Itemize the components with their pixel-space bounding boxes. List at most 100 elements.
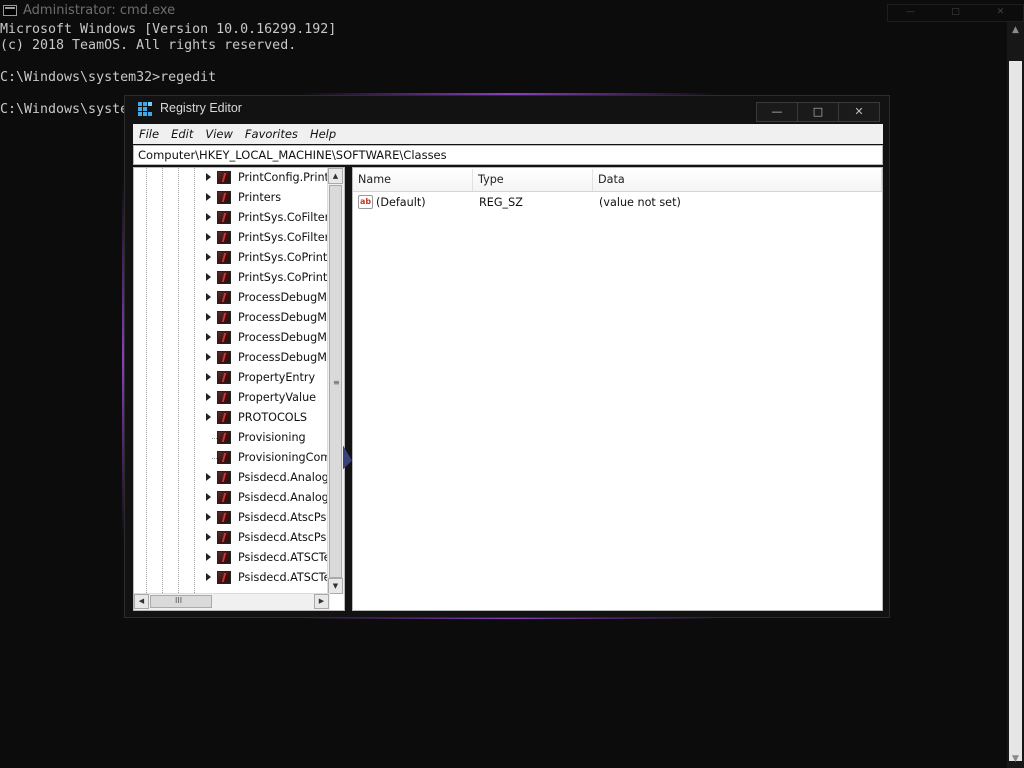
tree-item-label: PROTOCOLS bbox=[238, 411, 307, 424]
tree-item[interactable]: PrintSys.CoFilterPipeline bbox=[134, 208, 344, 228]
expand-arrow-icon[interactable] bbox=[206, 313, 211, 321]
cmd-minimize-button[interactable]: — bbox=[888, 5, 933, 21]
expand-arrow-icon[interactable] bbox=[206, 413, 211, 421]
cmd-scrollbar[interactable]: ▲ ▼ bbox=[1007, 22, 1024, 768]
tree-item-label: PropertyEntry bbox=[238, 371, 316, 384]
registry-key-icon bbox=[217, 571, 231, 584]
menu-file[interactable]: File bbox=[139, 127, 159, 141]
tree-scroll-up-button[interactable]: ▲ bbox=[328, 168, 343, 184]
tree-item[interactable]: ProcessDebugManager.2 bbox=[134, 328, 344, 348]
tree-item[interactable]: Provisioning bbox=[134, 428, 330, 448]
pane-splitter[interactable] bbox=[345, 167, 351, 611]
cmd-scroll-thumb[interactable] bbox=[1009, 61, 1022, 761]
registry-key-icon bbox=[217, 331, 231, 344]
tree-item[interactable]: PrintSys.CoPrintIdleTask.1 bbox=[134, 268, 344, 288]
menu-help[interactable]: Help bbox=[310, 127, 336, 141]
expand-arrow-icon[interactable] bbox=[206, 533, 211, 541]
expand-arrow-icon[interactable] bbox=[206, 373, 211, 381]
tree-item[interactable]: PROTOCOLS bbox=[134, 408, 330, 428]
tree-item[interactable]: ProcessDebugManager bbox=[134, 288, 344, 308]
expand-arrow-icon[interactable] bbox=[206, 333, 211, 341]
menu-bar: File Edit View Favorites Help bbox=[133, 124, 883, 144]
tree-item[interactable]: Psisdecd.ATSCTerrestrialTuner.1 bbox=[134, 568, 344, 588]
expand-arrow-icon[interactable] bbox=[206, 293, 211, 301]
cmd-scroll-down-button[interactable]: ▼ bbox=[1007, 751, 1024, 768]
menu-view[interactable]: View bbox=[205, 127, 233, 141]
expand-arrow-icon[interactable] bbox=[206, 273, 211, 281]
registry-key-icon bbox=[217, 511, 231, 524]
value-name: (Default) bbox=[376, 196, 426, 209]
registry-key-icon bbox=[217, 231, 231, 244]
expand-arrow-icon[interactable] bbox=[206, 353, 211, 361]
cmd-maximize-button[interactable]: □ bbox=[933, 5, 978, 21]
cmd-window-title: Administrator: cmd.exe bbox=[23, 3, 176, 18]
tree-item[interactable]: Psisdecd.ATSCTerrestrialTuner bbox=[134, 548, 344, 568]
expand-arrow-icon[interactable] bbox=[206, 233, 211, 241]
expand-arrow-icon[interactable] bbox=[206, 393, 211, 401]
cmd-close-button[interactable]: ✕ bbox=[978, 5, 1023, 21]
registry-key-icon bbox=[217, 211, 231, 224]
value-data: (value not set) bbox=[599, 196, 681, 209]
expand-arrow-icon[interactable] bbox=[206, 573, 211, 581]
close-button[interactable]: ✕ bbox=[838, 102, 880, 122]
resize-cursor-icon bbox=[343, 445, 352, 473]
cmd-titlebar[interactable]: Administrator: cmd.exe — □ ✕ bbox=[0, 0, 1024, 22]
menu-favorites[interactable]: Favorites bbox=[245, 127, 298, 141]
expand-arrow-icon[interactable] bbox=[206, 193, 211, 201]
tree-item[interactable]: PrintSys.CoPrintIdleTask bbox=[134, 248, 344, 268]
tree-scroll-thumb[interactable]: ≡ bbox=[329, 185, 342, 578]
value-row[interactable]: ab (Default) REG_SZ (value not set) bbox=[353, 193, 882, 213]
registry-key-icon bbox=[217, 491, 231, 504]
registry-key-icon bbox=[217, 411, 231, 424]
tree-item[interactable]: PropertyValue bbox=[134, 388, 330, 408]
registry-editor-title: Registry Editor bbox=[160, 101, 242, 115]
tree-scroll-right-button[interactable]: ▶ bbox=[314, 594, 329, 609]
tree-vertical-scrollbar[interactable]: ▲ ≡ ▼ bbox=[327, 168, 344, 594]
registry-key-icon bbox=[217, 471, 231, 484]
tree-item[interactable]: PrintSys.CoFilterPipeline.1 bbox=[134, 228, 344, 248]
tree-item[interactable]: ProvisioningCommands bbox=[134, 448, 344, 468]
registry-key-icon bbox=[217, 451, 231, 464]
expand-arrow-icon[interactable] bbox=[206, 473, 211, 481]
tree-item[interactable]: Psisdecd.AnalogCC bbox=[134, 468, 344, 488]
tree-item[interactable]: Psisdecd.AtscPsipParser.1 bbox=[134, 528, 344, 548]
address-bar[interactable]: Computer\HKEY_LOCAL_MACHINE\SOFTWARE\Cla… bbox=[133, 145, 883, 165]
expand-arrow-icon[interactable] bbox=[206, 493, 211, 501]
tree-item[interactable]: Psisdecd.AnalogCC.1 bbox=[134, 488, 344, 508]
tree-item[interactable]: PropertyEntry bbox=[134, 368, 330, 388]
cmd-line: Microsoft Windows [Version 10.0.16299.19… bbox=[0, 22, 337, 37]
registry-key-icon bbox=[217, 271, 231, 284]
cmd-scroll-up-button[interactable]: ▲ bbox=[1007, 22, 1024, 39]
expand-arrow-icon[interactable] bbox=[206, 253, 211, 261]
column-header-type[interactable]: Type bbox=[473, 169, 593, 191]
tree-hscroll-thumb[interactable]: III bbox=[150, 595, 212, 608]
tree-item-label: Provisioning bbox=[238, 431, 306, 444]
expand-arrow-icon[interactable] bbox=[206, 213, 211, 221]
registry-key-icon bbox=[217, 311, 231, 324]
minimize-button[interactable]: — bbox=[756, 102, 798, 122]
registry-key-icon bbox=[217, 171, 231, 184]
tree-item[interactable]: ProcessDebugManager.1 bbox=[134, 308, 344, 328]
registry-key-icon bbox=[217, 251, 231, 264]
tree-horizontal-scrollbar[interactable]: ◀ III ▶ bbox=[134, 593, 330, 610]
tree-scroll-down-button[interactable]: ▼ bbox=[328, 578, 343, 594]
tree-scroll-left-button[interactable]: ◀ bbox=[134, 594, 149, 609]
tree-item[interactable]: PrintConfig.PrintTicket bbox=[134, 168, 344, 188]
tree-item[interactable]: Printers bbox=[134, 188, 330, 208]
tree-item[interactable]: ProcessDebugManager.3 bbox=[134, 348, 344, 368]
scroll-grip-icon: ≡ bbox=[333, 378, 340, 387]
values-list-pane[interactable]: Name Type Data ab (Default) REG_SZ (valu… bbox=[352, 167, 883, 611]
column-header-name[interactable]: Name bbox=[353, 169, 473, 191]
values-list-header: Name Type Data bbox=[353, 169, 882, 192]
column-header-data[interactable]: Data bbox=[593, 169, 882, 191]
tree-item-label: PropertyValue bbox=[238, 391, 317, 404]
registry-editor-window: Registry Editor — □ ✕ File Edit View Fav… bbox=[124, 95, 890, 618]
expand-arrow-icon[interactable] bbox=[206, 173, 211, 181]
registry-tree-pane[interactable]: PrintConfig.PrintTicket Printers PrintSys.… bbox=[133, 167, 345, 611]
menu-edit[interactable]: Edit bbox=[171, 127, 193, 141]
expand-arrow-icon[interactable] bbox=[206, 513, 211, 521]
tree-item[interactable]: Psisdecd.AtscPsipParser bbox=[134, 508, 344, 528]
expand-arrow-icon[interactable] bbox=[206, 553, 211, 561]
maximize-button[interactable]: □ bbox=[797, 102, 839, 122]
hscroll-grip-icon: III bbox=[175, 596, 183, 605]
